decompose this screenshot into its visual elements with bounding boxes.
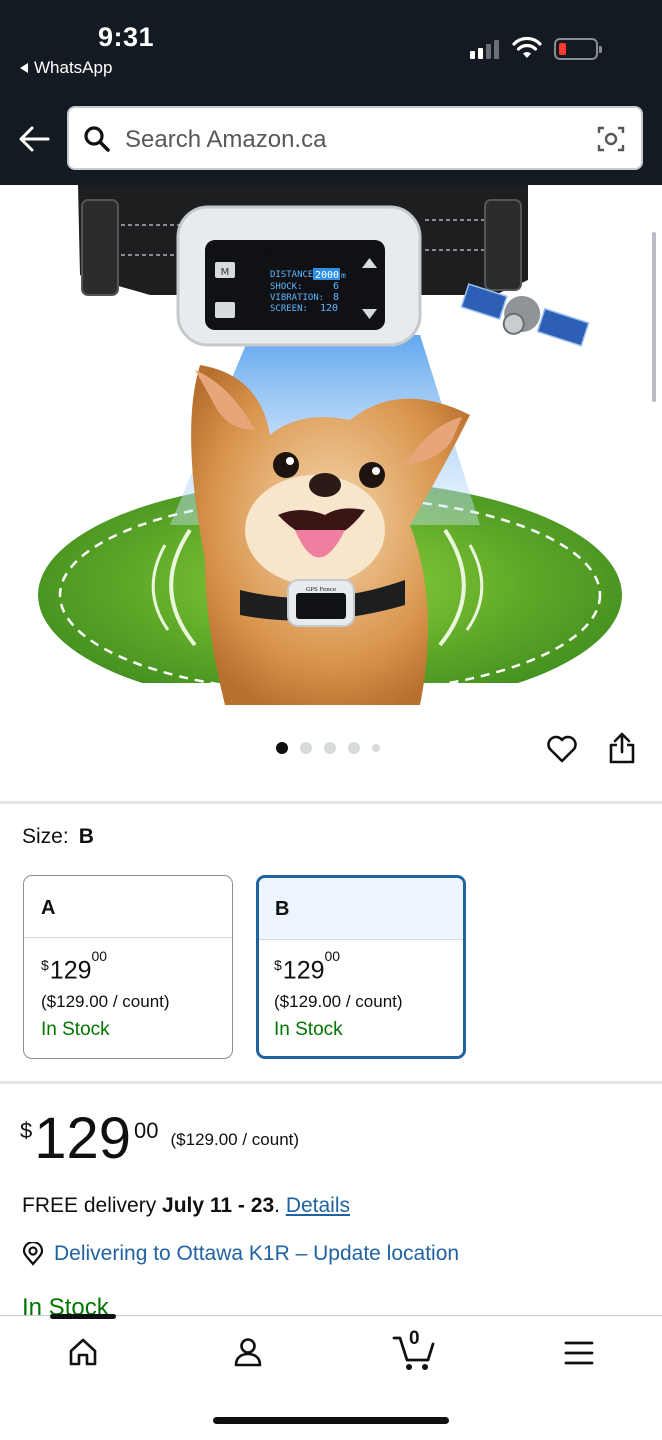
battery-low-icon bbox=[554, 38, 602, 60]
size-option-price: $12900 bbox=[41, 948, 107, 985]
price-fraction: 00 bbox=[91, 948, 108, 964]
product-image[interactable]: GPS Fence DISTANCE: 2000 m SHOCK: 6 VIBR… bbox=[0, 185, 662, 705]
delivery-info: FREE delivery July 11 - 23. Details bbox=[22, 1194, 350, 1218]
price-currency: $ bbox=[274, 957, 282, 974]
delivery-details-link[interactable]: Details bbox=[286, 1194, 350, 1217]
hamburger-menu-icon[interactable] bbox=[564, 1340, 594, 1366]
price-whole: 129 bbox=[49, 956, 92, 985]
delivery-location-link[interactable]: Delivering to Ottawa K1R – Update locati… bbox=[22, 1242, 459, 1266]
readout-label: SHOCK: bbox=[270, 282, 303, 292]
price-currency: $ bbox=[20, 1118, 33, 1143]
price-whole: 129 bbox=[34, 1106, 132, 1171]
readout-value: 2000 bbox=[315, 270, 339, 281]
readout-label: DISTANCE: bbox=[270, 270, 319, 280]
price-fraction: 00 bbox=[134, 1118, 159, 1143]
back-arrow-icon[interactable] bbox=[18, 124, 50, 154]
readout-label: SCREEN: bbox=[270, 304, 308, 314]
readout-unit: m bbox=[341, 271, 346, 280]
small-collar-title: GPS Fence bbox=[306, 587, 336, 593]
section-divider bbox=[0, 1081, 662, 1084]
carousel-dot[interactable] bbox=[276, 742, 288, 754]
size-label: Size: B bbox=[22, 825, 94, 849]
product-image-illustration: GPS Fence DISTANCE: 2000 m SHOCK: 6 VIBR… bbox=[0, 185, 662, 705]
price-fraction: 00 bbox=[324, 948, 341, 964]
person-icon[interactable] bbox=[232, 1336, 264, 1368]
size-option-stock: In Stock bbox=[41, 1019, 110, 1040]
cart-tab[interactable]: 0 bbox=[392, 1328, 436, 1372]
collar-m-button: M bbox=[221, 267, 230, 278]
carousel-dot[interactable] bbox=[348, 742, 360, 754]
search-bar[interactable]: Search Amazon.ca bbox=[67, 106, 643, 170]
size-option-price: $12900 bbox=[274, 948, 340, 985]
cart-count-badge: 0 bbox=[409, 1328, 420, 1349]
product-price: $ 129 00 ($129.00 / count) bbox=[20, 1110, 299, 1168]
home-icon[interactable] bbox=[67, 1336, 99, 1368]
heart-icon[interactable] bbox=[546, 734, 578, 764]
carousel-dot[interactable] bbox=[372, 744, 380, 752]
back-to-app-link[interactable]: WhatsApp bbox=[20, 58, 112, 78]
section-divider bbox=[0, 801, 662, 804]
carousel-dot[interactable] bbox=[300, 742, 312, 754]
wifi-icon bbox=[512, 36, 542, 58]
delivery-dates: July 11 - 23 bbox=[162, 1194, 275, 1217]
search-icon bbox=[84, 126, 110, 152]
cellular-signal-icon bbox=[470, 40, 499, 59]
price-whole: 129 bbox=[282, 956, 325, 985]
carousel-dot[interactable] bbox=[324, 742, 336, 754]
readout-label: VIBRATION: bbox=[270, 293, 324, 303]
readout-value: 8 bbox=[333, 292, 339, 303]
size-label-text: Size: bbox=[22, 825, 69, 848]
size-option-unit-price: ($129.00 / count) bbox=[41, 992, 170, 1011]
camera-search-icon[interactable] bbox=[597, 125, 625, 153]
size-option-unit-price: ($129.00 / count) bbox=[274, 992, 403, 1011]
location-text[interactable]: Delivering to Ottawa K1R – Update locati… bbox=[54, 1242, 459, 1266]
readout-value: 6 bbox=[333, 281, 339, 292]
collar-screen-title: GPS Fence bbox=[256, 244, 339, 262]
back-app-label: WhatsApp bbox=[34, 58, 113, 77]
share-icon[interactable] bbox=[608, 731, 636, 765]
delivery-prefix: FREE delivery bbox=[22, 1194, 157, 1217]
price-unit: ($129.00 / count) bbox=[170, 1130, 300, 1149]
image-carousel-indicator[interactable] bbox=[276, 742, 380, 754]
size-option-name: A bbox=[24, 876, 232, 938]
size-selected-value: B bbox=[78, 825, 94, 848]
home-indicator bbox=[213, 1417, 449, 1424]
status-time: 9:31 bbox=[98, 22, 155, 52]
size-option-name: B bbox=[259, 878, 463, 940]
readout-value: 120 bbox=[320, 303, 338, 314]
location-pin-icon bbox=[22, 1242, 44, 1266]
price-currency: $ bbox=[41, 957, 49, 974]
back-triangle-icon bbox=[20, 63, 28, 73]
delivery-separator: . bbox=[274, 1194, 280, 1217]
search-input[interactable]: Search Amazon.ca bbox=[125, 126, 326, 154]
size-option-stock: In Stock bbox=[274, 1019, 343, 1040]
size-option-a[interactable]: A $12900 ($129.00 / count) In Stock bbox=[23, 875, 233, 1059]
active-tab-indicator bbox=[50, 1314, 116, 1319]
page-scrollbar[interactable] bbox=[652, 232, 656, 402]
size-option-b[interactable]: B $12900 ($129.00 / count) In Stock bbox=[256, 875, 466, 1059]
top-header: 9:31 WhatsApp Search Amazon.ca bbox=[0, 0, 662, 185]
